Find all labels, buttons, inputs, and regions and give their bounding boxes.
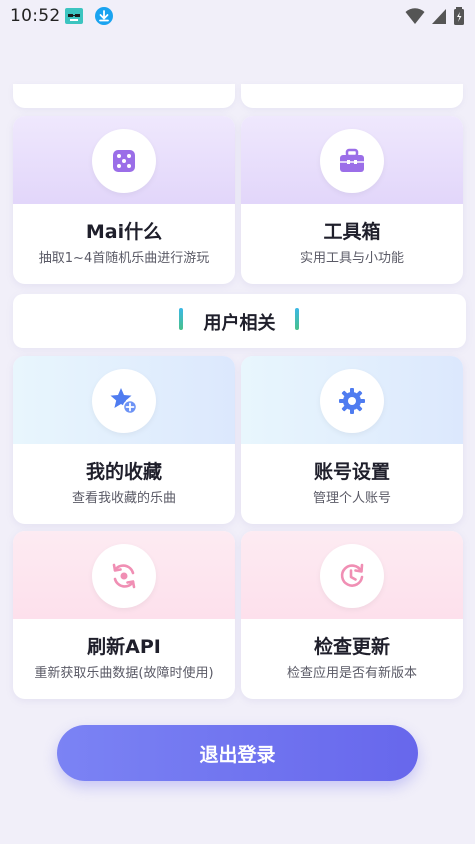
favorites-card[interactable]: 我的收藏 查看我收藏的乐曲 <box>13 356 235 524</box>
gear-icon <box>320 369 384 433</box>
logout-button[interactable]: 退出登录 <box>57 725 418 781</box>
card-title: 检查更新 <box>313 636 390 658</box>
card-title: 我的收藏 <box>85 461 162 483</box>
mai-random-card[interactable]: Mai什么 抽取1~4首随机乐曲进行游玩 <box>13 116 235 284</box>
card-subtitle: 管理个人账号 <box>312 491 391 506</box>
signal-icon <box>431 7 447 29</box>
section-accent-bar <box>295 308 299 330</box>
wifi-icon <box>405 7 425 29</box>
partial-card-left[interactable] <box>13 84 235 108</box>
toolbox-icon <box>320 129 384 193</box>
app-badge-icon <box>64 6 84 26</box>
section-title: 用户相关 <box>203 313 276 334</box>
card-subtitle: 检查应用是否有新版本 <box>286 666 417 681</box>
check-update-card[interactable]: 检查更新 检查应用是否有新版本 <box>241 531 463 699</box>
clock-update-icon <box>320 544 384 608</box>
card-title: 工具箱 <box>323 221 381 243</box>
refresh-api-card[interactable]: 刷新API 重新获取乐曲数据(故障时使用) <box>13 531 235 699</box>
refresh-icon <box>92 544 156 608</box>
star-add-icon <box>92 369 156 433</box>
card-title: Mai什么 <box>85 221 163 243</box>
partial-card-right[interactable] <box>241 84 463 108</box>
card-subtitle: 实用工具与小功能 <box>299 251 404 266</box>
battery-icon <box>453 6 465 30</box>
toolbox-card[interactable]: 工具箱 实用工具与小功能 <box>241 116 463 284</box>
card-title: 账号设置 <box>313 461 390 483</box>
dice-icon <box>92 129 156 193</box>
status-time: 10:52 <box>10 6 61 26</box>
user-section-header: 用户相关 <box>13 294 466 348</box>
status-bar: 10:52 <box>0 0 475 32</box>
card-subtitle: 查看我收藏的乐曲 <box>71 491 176 506</box>
card-title: 刷新API <box>87 636 161 658</box>
card-subtitle: 重新获取乐曲数据(故障时使用) <box>34 666 214 681</box>
download-icon <box>94 6 114 26</box>
card-subtitle: 抽取1~4首随机乐曲进行游玩 <box>38 251 210 266</box>
account-settings-card[interactable]: 账号设置 管理个人账号 <box>241 356 463 524</box>
